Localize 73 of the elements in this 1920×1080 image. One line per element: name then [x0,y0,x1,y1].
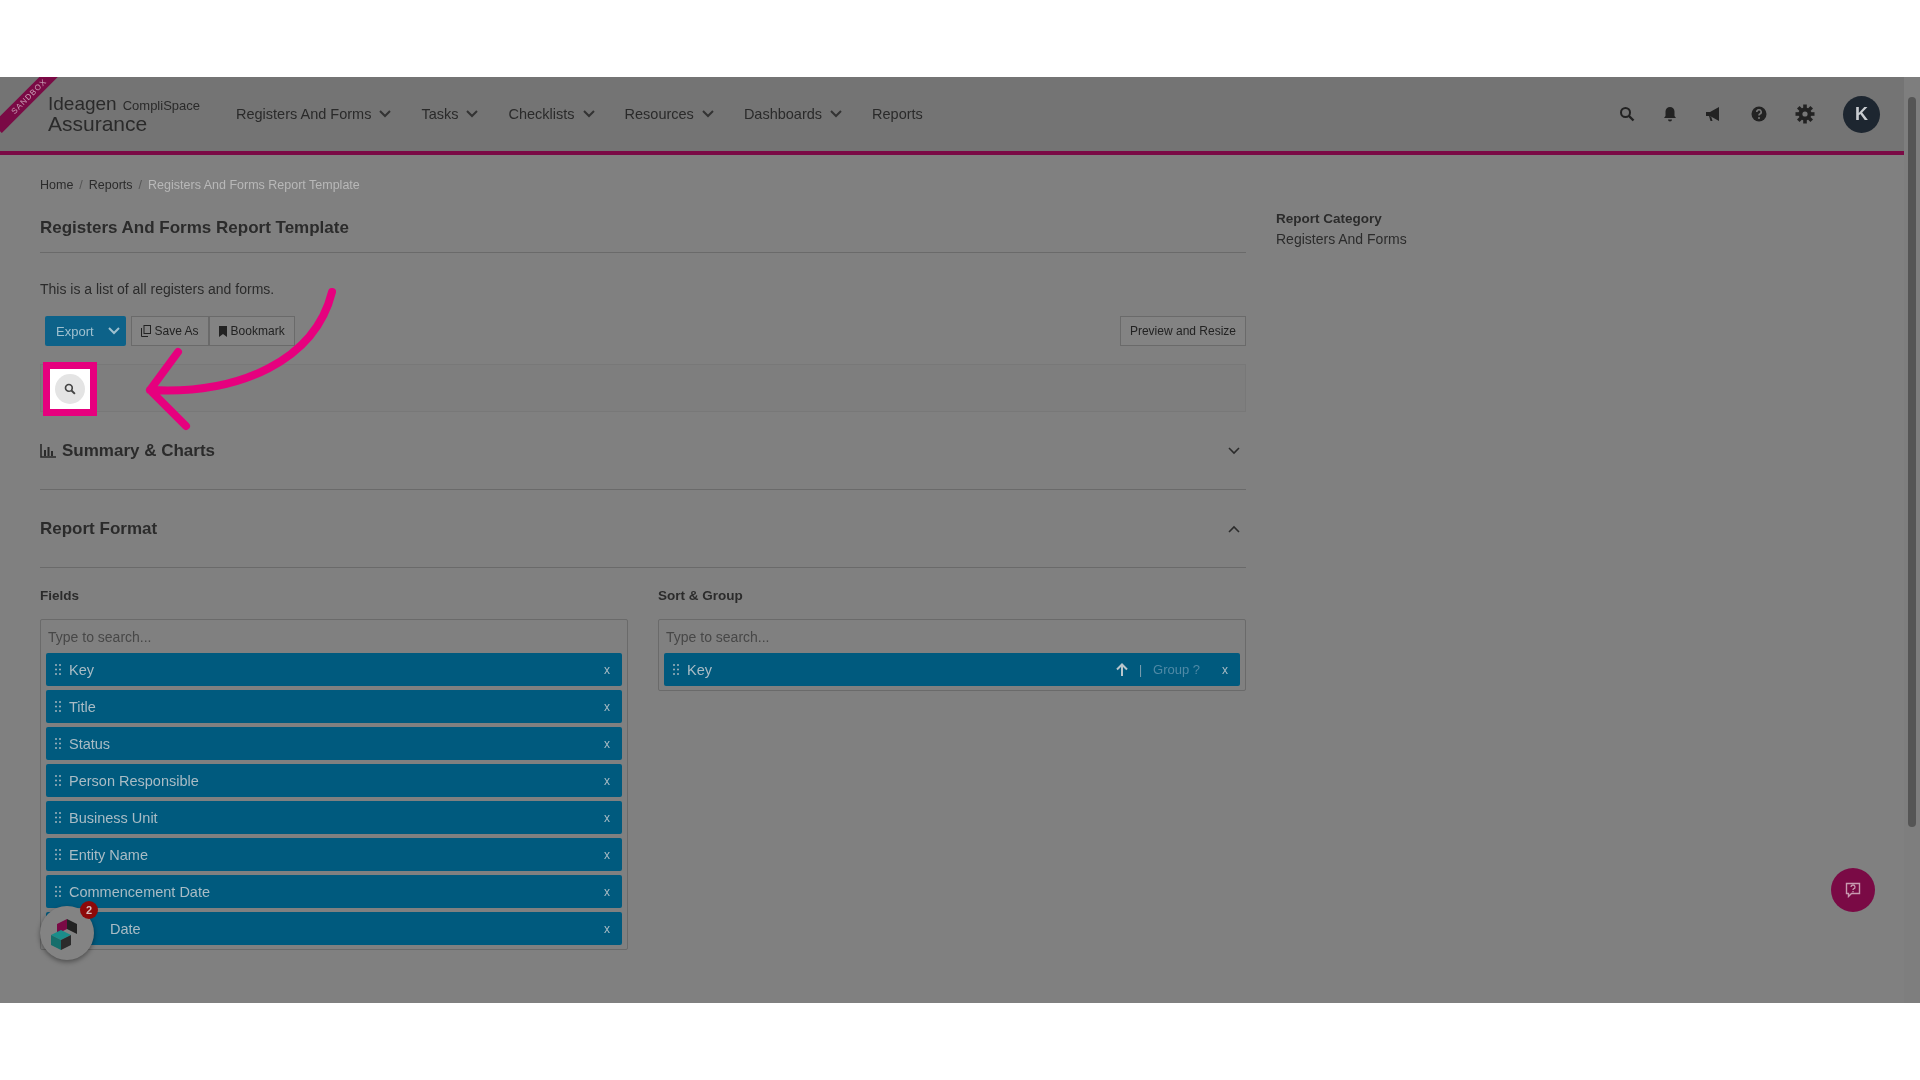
copy-icon [140,325,151,337]
drag-handle-icon[interactable] [55,849,61,860]
divider-text: | [1138,662,1142,677]
section-title[interactable]: Report Format [40,518,158,539]
remove-button[interactable]: x [604,773,610,788]
remove-button[interactable]: x [604,736,610,751]
drag-handle-icon[interactable] [673,664,679,675]
breadcrumb-link[interactable]: Home [40,178,74,192]
bookmark-icon [218,325,227,337]
bell-icon[interactable] [1663,106,1677,122]
remove-button[interactable]: x [604,847,610,862]
chevron-down-icon[interactable] [1228,446,1240,455]
remove-button[interactable]: x [604,921,610,936]
field-item[interactable]: Person Responsible x [46,764,622,797]
chevron-down-icon [379,110,392,118]
nav-menu-item[interactable]: Checklists [508,106,595,122]
field-item[interactable]: Business Unit x [46,801,622,834]
search-input[interactable]: Type to search... [664,620,1240,653]
chevron-up-icon[interactable] [1228,524,1240,533]
arrow-up-icon[interactable] [1115,663,1128,676]
breadcrumb-link[interactable]: Reports [88,178,133,192]
page-title: Registers And Forms Report Template [40,218,1246,253]
sort-group-label: Sort & Group [658,588,744,603]
description-text: This is a list of all registers and forms. [40,281,276,297]
drag-handle-icon[interactable] [55,664,61,675]
drag-handle-icon[interactable] [55,886,61,897]
remove-button[interactable]: x [604,810,610,825]
app-launcher-button[interactable] [40,906,94,960]
field-item[interactable]: Title x [46,690,622,723]
settings-icon[interactable] [1795,104,1815,124]
search-input[interactable]: Type to search... [46,620,622,653]
nav-menu-item[interactable]: Tasks [421,106,479,122]
nav-menu-item[interactable]: Registers And Forms [236,106,392,122]
export-button[interactable]: Export [45,316,126,346]
drag-handle-icon[interactable] [55,701,61,712]
nav-menu-item[interactable]: Reports [872,106,923,122]
remove-button[interactable]: x [604,662,610,677]
chevron-down-icon [582,110,595,118]
help-chat-icon [1845,882,1861,898]
search-icon [64,383,76,395]
field-item[interactable]: Entity Name x [46,838,622,871]
drag-handle-icon[interactable] [55,812,61,823]
multi-select-field[interactable]: Type to search... Key | Group ? x [658,619,1246,691]
chevron-down-icon [701,110,714,118]
chevron-down-icon [107,327,120,335]
report-category-value: Registers And Forms [1276,231,1407,247]
nav-menu-item[interactable]: Resources [624,106,714,122]
logo[interactable]: Ideagen CompliSpace Assurance [48,92,200,136]
help-icon[interactable] [1751,106,1767,122]
drag-handle-icon[interactable] [55,738,61,749]
report-category-label: Report Category [1276,211,1383,226]
breadcrumb-separator: / [79,178,83,192]
help-chat-button[interactable] [1831,868,1875,912]
save-as-button[interactable]: Save As [130,316,209,346]
field-item[interactable]: Key x [46,653,622,686]
chevron-down-icon [830,110,843,118]
chevron-down-icon [466,110,479,118]
preview-and-resize-button[interactable]: Preview and Resize [1119,316,1246,346]
sort-item[interactable]: Key | Group ? x [664,653,1240,686]
bookmark-button[interactable]: Bookmark [208,316,295,346]
remove-button[interactable]: x [1222,662,1228,677]
user-avatar[interactable]: K [1843,95,1880,133]
breadcrumb-separator: / [138,178,143,192]
fields-label: Fields [40,588,80,603]
nav-menu-item[interactable]: Dashboards [743,106,843,122]
field-item[interactable]: Status x [46,727,622,760]
search-button[interactable] [55,374,85,404]
section-title[interactable]: Summary & Charts [62,440,216,461]
remove-button[interactable]: x [604,884,610,899]
remove-button[interactable]: x [604,699,610,714]
bar-chart-icon [40,443,56,458]
drag-handle-icon[interactable] [55,775,61,786]
search-icon[interactable] [1619,106,1635,122]
